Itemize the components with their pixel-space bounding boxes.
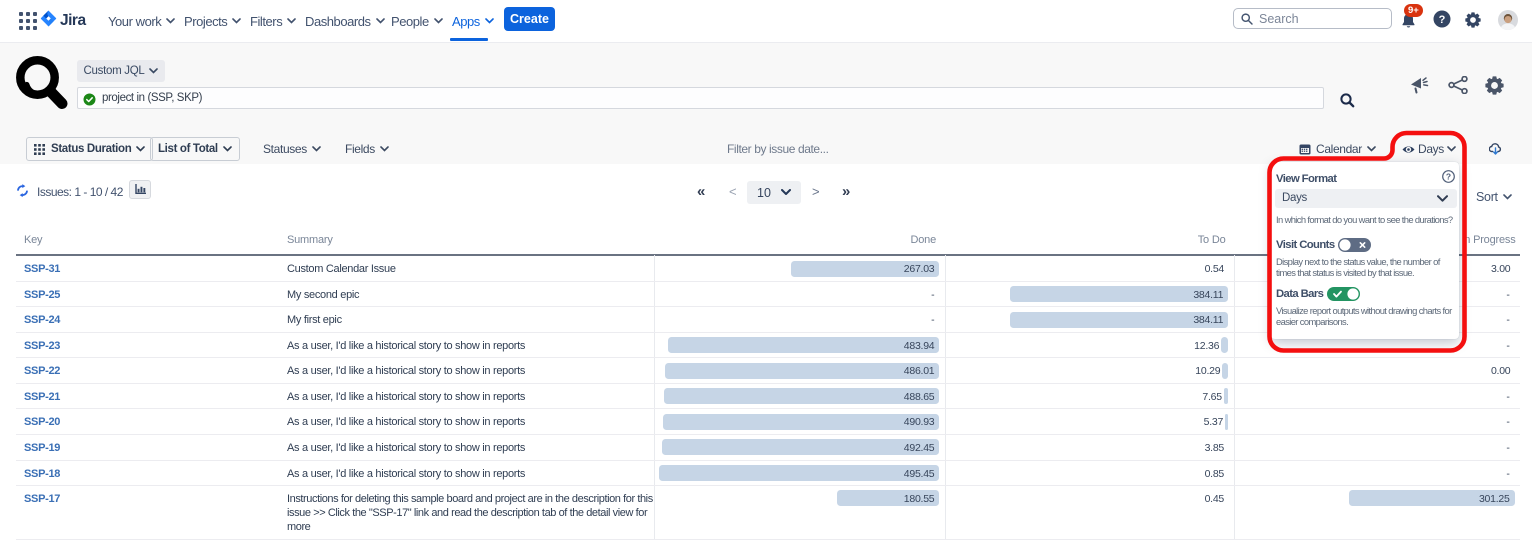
svg-text:?: ? — [1439, 14, 1446, 26]
